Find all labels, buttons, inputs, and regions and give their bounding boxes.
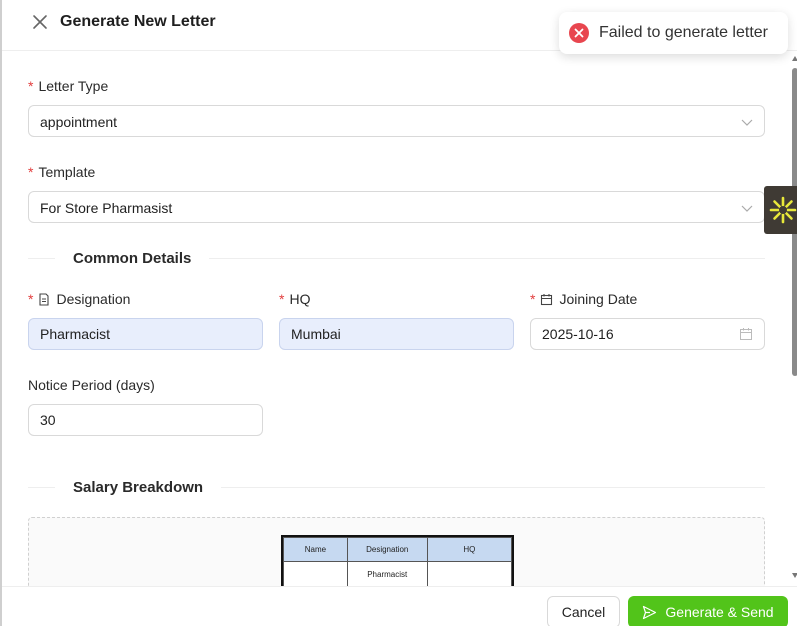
drawer-body: * Letter Type appointment * Template For… [2,52,791,586]
table-header-cell: Name [283,537,348,562]
table-header-cell: Designation [346,537,428,562]
chevron-down-icon [741,205,753,212]
hq-label-text: HQ [289,291,311,307]
required-asterisk: * [28,164,34,180]
joining-date-label-text: Joining Date [559,291,638,307]
salary-table-header: Name Designation HQ [283,537,513,562]
template-select[interactable]: For Store Pharmasist [28,191,765,223]
joining-date-value: 2025-10-16 [542,326,614,342]
scroll-down-arrow[interactable] [792,573,797,578]
calendar-icon [541,293,553,305]
file-icon [39,292,50,306]
notice-period-label-text: Notice Period (days) [28,377,155,393]
letter-type-label-text: Letter Type [38,78,109,94]
table-row: Pharmacist [283,561,513,586]
page-title: Generate New Letter [60,13,216,30]
designation-label: * Designation [28,291,130,307]
required-asterisk: * [28,291,34,307]
chevron-down-icon [741,119,753,126]
cancel-button-label: Cancel [561,604,606,620]
error-toast: Failed to generate letter [559,12,788,54]
scroll-up-arrow[interactable] [792,56,797,61]
common-details-heading: Common Details [73,250,192,267]
joining-date-label: * Joining Date [530,291,637,307]
calendar-icon[interactable] [739,327,753,341]
joining-date-picker[interactable]: 2025-10-16 [530,318,765,350]
table-header-cell: HQ [426,537,513,562]
letter-type-select[interactable]: appointment [28,105,765,137]
letter-type-value: appointment [40,114,118,130]
scrollbar[interactable] [791,56,797,586]
notice-period-value: 30 [40,412,56,428]
close-icon[interactable] [31,13,49,31]
notice-period-label: Notice Period (days) [28,377,155,393]
send-icon [643,605,657,619]
drawer-footer: Cancel Generate & Send [2,586,797,626]
required-asterisk: * [530,291,536,307]
hq-value: Mumbai [291,326,341,342]
hq-label: * HQ [279,291,310,307]
generate-send-label: Generate & Send [665,604,774,620]
salary-table-preview: Name Designation HQ Pharmacist [281,535,514,586]
table-cell [283,561,348,586]
toast-message: Failed to generate letter [599,24,768,41]
required-asterisk: * [279,291,285,307]
salary-breakdown-divider: Salary Breakdown [28,479,765,496]
template-label: * Template [28,164,95,180]
cancel-button[interactable]: Cancel [547,596,620,626]
required-asterisk: * [28,78,34,94]
table-cell [426,561,513,586]
salary-table: Name Designation HQ Pharmacist [283,537,513,586]
designation-value: Pharmacist [40,326,111,342]
salary-breakdown-heading: Salary Breakdown [73,479,204,496]
hq-input[interactable]: Mumbai [279,318,514,350]
asterisk-icon [769,196,797,224]
designation-label-text: Designation [56,291,131,307]
template-value: For Store Pharmasist [40,200,173,216]
error-icon [569,23,589,43]
generate-send-button[interactable]: Generate & Send [628,596,788,626]
notice-period-input[interactable]: 30 [28,404,263,436]
floating-widget-button[interactable] [764,186,797,234]
table-cell: Pharmacist [346,561,428,586]
template-label-text: Template [38,164,96,180]
letter-type-label: * Letter Type [28,78,108,94]
letter-drawer: Generate New Letter * Letter Type appoin… [0,0,797,626]
common-details-divider: Common Details [28,250,765,267]
salary-upload-area[interactable]: Name Designation HQ Pharmacist [28,517,765,586]
designation-input[interactable]: Pharmacist [28,318,263,350]
